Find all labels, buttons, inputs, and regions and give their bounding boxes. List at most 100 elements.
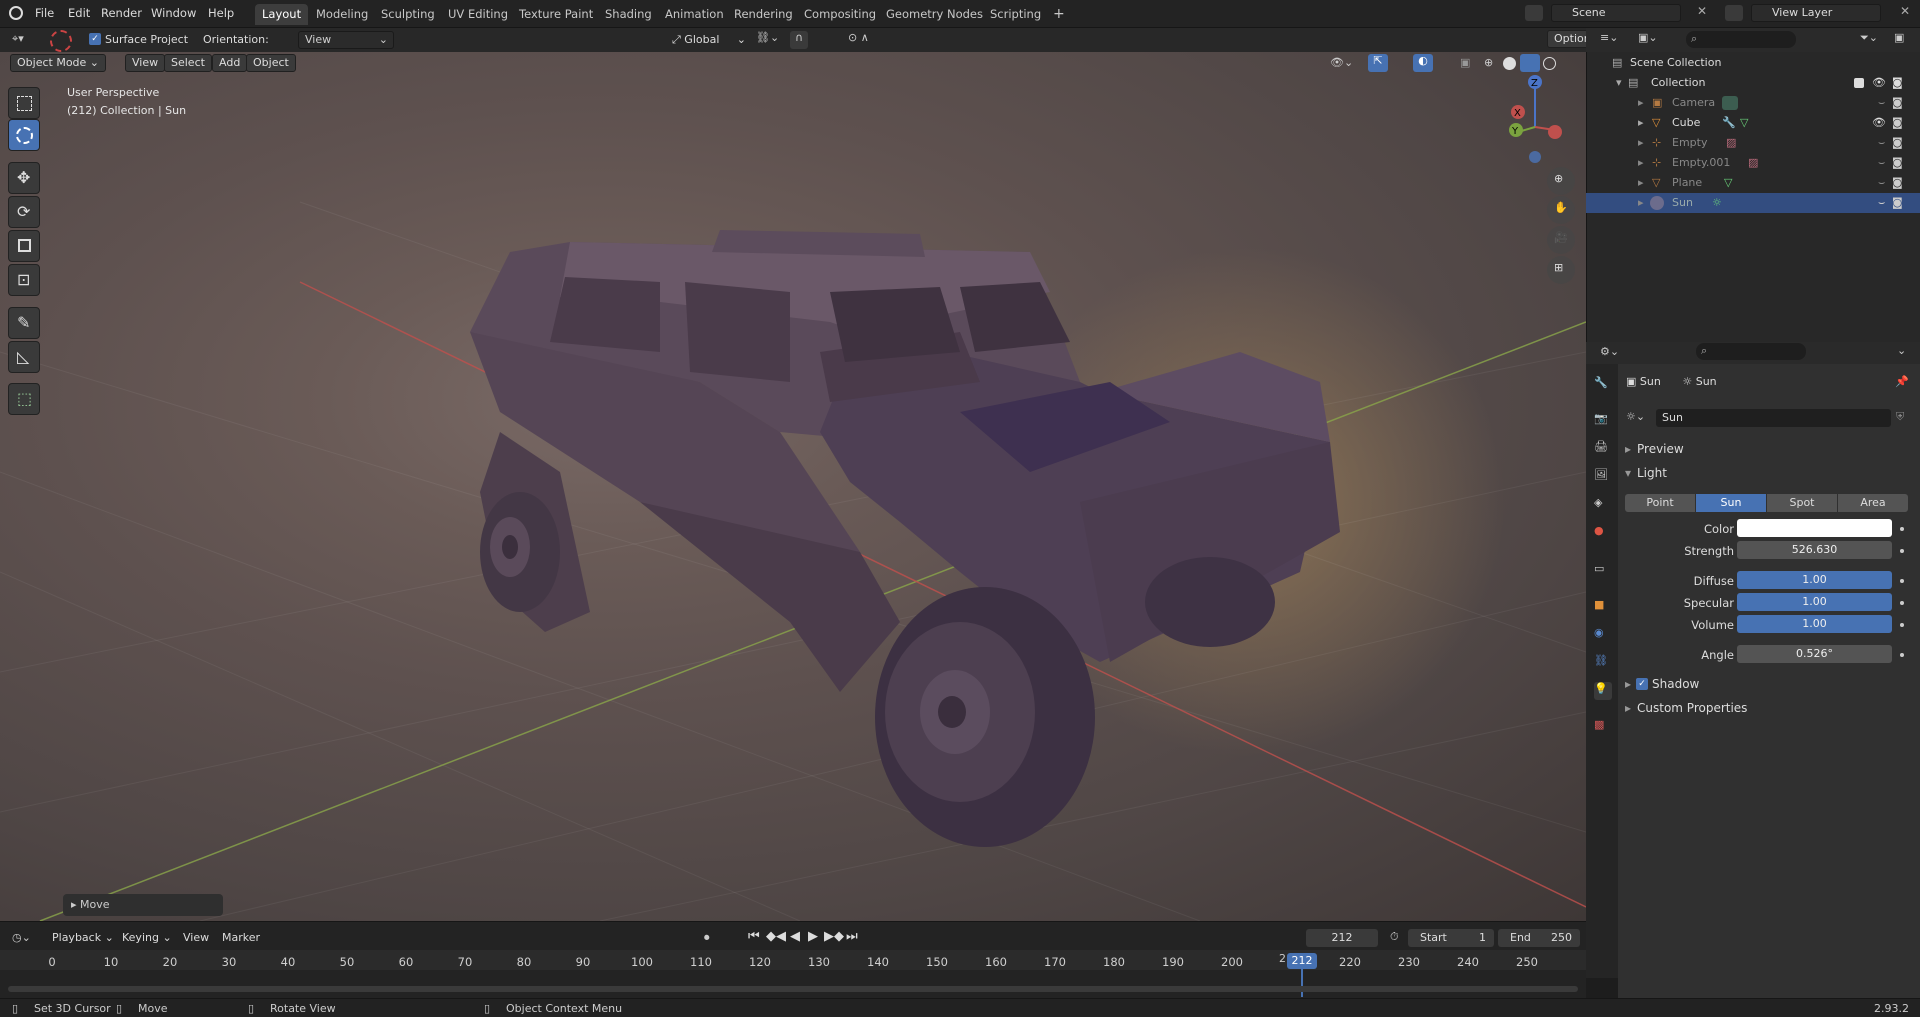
camera-view-icon[interactable]: 🎥 (1547, 226, 1575, 254)
physics-tab-icon[interactable]: ◉ (1594, 626, 1612, 644)
proportional-edit-icon[interactable]: ⊙ ∧ (848, 31, 869, 44)
chevron-down-icon[interactable]: ⌄ (1897, 344, 1906, 357)
diffuse-slider[interactable]: 1.00 (1737, 571, 1892, 589)
keyframe-dot[interactable] (1900, 601, 1904, 605)
add-workspace-icon[interactable]: + (1046, 4, 1072, 25)
timeline-view-menu[interactable]: View (183, 931, 209, 944)
constraints-tab-icon[interactable]: ⛓ (1594, 654, 1612, 672)
visibility-icon[interactable]: 👁⌄ (1330, 56, 1353, 69)
light-type-sun[interactable]: Sun (1696, 494, 1766, 512)
menu-help[interactable]: Help (208, 6, 234, 20)
view-layer-field[interactable]: View Layer (1751, 4, 1881, 22)
play-icon[interactable]: ▶ (808, 929, 818, 944)
tab-geometry-nodes[interactable]: Geometry Nodes (879, 4, 990, 25)
view-layer-tab-icon[interactable]: 🖼 (1594, 468, 1612, 486)
new-collection-icon[interactable]: ▣ (1894, 31, 1904, 44)
keyframe-dot[interactable] (1900, 549, 1904, 553)
tab-uv-editing[interactable]: UV Editing (441, 4, 515, 25)
close-icon[interactable]: ✕ (1697, 4, 1707, 18)
pin-icon[interactable]: 📌 (1895, 375, 1909, 388)
render-camera-icon[interactable]: ◙ (1892, 73, 1903, 93)
outliner-item-empty-001[interactable]: ▸ ⊹ Empty.001 ▨ ⌣ ◙ (1586, 153, 1920, 173)
angle-field[interactable]: 0.526° (1737, 645, 1892, 663)
properties-search-input[interactable]: ⌕ (1696, 343, 1806, 360)
outliner-item-plane[interactable]: ▸ ▽ Plane ▽ ⌣ ◙ (1586, 173, 1920, 193)
outliner-scene-collection[interactable]: ▤ Scene Collection (1586, 53, 1920, 73)
navigation-gizmo[interactable]: Z X Y (1500, 72, 1580, 182)
jump-start-icon[interactable]: ⏮ (748, 929, 760, 944)
tab-animation[interactable]: Animation (658, 4, 731, 25)
last-operation-panel[interactable]: ▸ Move (63, 894, 223, 916)
move-tool[interactable]: ✥ (8, 162, 40, 194)
keyframe-dot[interactable] (1900, 653, 1904, 657)
keyframe-dot[interactable] (1900, 527, 1904, 531)
scene-icon[interactable] (1525, 5, 1543, 21)
next-keyframe-icon[interactable]: ▶◆ (824, 929, 844, 944)
surface-project-checkbox[interactable]: ✓ (89, 33, 101, 45)
collection-tab-icon[interactable]: ▭ (1594, 562, 1612, 580)
rotate-tool[interactable]: ⟳ (8, 196, 40, 228)
tab-modeling[interactable]: Modeling (309, 4, 375, 25)
transform-orientation-select[interactable]: ⤢ Global ⌄ (672, 31, 748, 49)
timeline-editor-icon[interactable]: ◷⌄ (12, 931, 31, 944)
measure-tool[interactable]: ◺ (8, 341, 40, 373)
gizmo-toggle-icon[interactable]: ⇱ (1368, 54, 1388, 72)
current-frame-field[interactable]: 212 (1306, 929, 1378, 947)
marker-menu[interactable]: Marker (222, 931, 260, 944)
tab-compositing[interactable]: Compositing (797, 4, 883, 25)
timeline-scrollbar[interactable] (8, 986, 1578, 992)
orientation-select[interactable]: View ⌄ (298, 31, 394, 49)
close-icon[interactable]: ✕ (1900, 4, 1910, 18)
keying-menu[interactable]: Keying ⌄ (122, 931, 172, 944)
light-panel-header[interactable]: ▾ Light (1625, 466, 1667, 480)
object-tab-icon[interactable]: ■ (1594, 598, 1612, 616)
properties-editor-icon[interactable]: ⚙⌄ (1600, 345, 1619, 358)
menu-file[interactable]: File (35, 6, 54, 20)
solid-shading-icon[interactable] (1503, 57, 1516, 70)
light-data-tab-icon[interactable]: 💡 (1594, 682, 1612, 700)
pivot-icon[interactable]: ⛓⌄ (756, 31, 779, 44)
collection-checkbox[interactable] (1854, 78, 1864, 88)
filter-icon[interactable]: ⏷⌄ (1860, 31, 1878, 45)
outliner-item-empty[interactable]: ▸ ⊹ Empty ▨ ⌣ ◙ (1586, 133, 1920, 153)
object-mode-select[interactable]: Object Mode ⌄ (10, 54, 107, 72)
jump-end-icon[interactable]: ⏭ (846, 929, 858, 944)
outliner-editor-icon[interactable]: ≡⌄ (1600, 31, 1618, 44)
world-tab-icon[interactable]: ● (1594, 524, 1612, 542)
overlays-icon[interactable]: ◐ (1413, 54, 1433, 72)
wireframe-shading-icon[interactable]: ⊕ (1484, 56, 1493, 69)
editor-type-icon[interactable]: ⌖▾ (12, 32, 24, 46)
stopwatch-icon[interactable]: ⏱ (1390, 930, 1399, 944)
outliner-collection[interactable]: ▾ ▤ Collection 👁 ◙ (1586, 73, 1920, 93)
select-menu[interactable]: Select (164, 54, 212, 72)
tab-sculpting[interactable]: Sculpting (374, 4, 442, 25)
tab-scripting[interactable]: Scripting (983, 4, 1048, 25)
light-type-area[interactable]: Area (1838, 494, 1908, 512)
tab-rendering[interactable]: Rendering (727, 4, 800, 25)
eye-icon[interactable]: 👁 (1872, 73, 1886, 93)
prev-keyframe-icon[interactable]: ◆◀ (766, 929, 786, 944)
preview-panel-header[interactable]: ▸ Preview (1625, 442, 1684, 456)
select-box-tool[interactable] (8, 87, 40, 119)
fake-user-icon[interactable]: ⛨ (1896, 410, 1904, 424)
keyframe-dot[interactable] (1900, 623, 1904, 627)
playback-menu[interactable]: Playback ⌄ (52, 931, 114, 944)
object-menu[interactable]: Object (246, 54, 296, 72)
playhead-label[interactable]: 212 (1287, 953, 1317, 969)
shadow-panel-header[interactable]: ▸ ✓ Shadow (1625, 677, 1699, 691)
scene-field[interactable]: Scene (1551, 4, 1681, 22)
add-cube-tool[interactable]: ⬚ (8, 383, 40, 415)
add-menu[interactable]: Add (212, 54, 248, 72)
menu-edit[interactable]: Edit (68, 6, 90, 20)
tool-tab-icon[interactable]: 🔧 (1594, 376, 1612, 394)
menu-window[interactable]: Window (151, 6, 196, 20)
outliner-search-input[interactable]: ⌕ (1686, 31, 1796, 48)
outliner-item-cube[interactable]: ▸ ▽ Cube 🔧 ▽ 👁 ◙ (1586, 113, 1920, 133)
cursor-tool[interactable] (8, 119, 40, 151)
zoom-icon[interactable]: ⊕ (1547, 167, 1575, 195)
material-shading-icon[interactable] (1520, 54, 1540, 72)
3d-viewport[interactable]: User Perspective (212) Collection | Sun … (0, 52, 1586, 921)
keyframe-dot[interactable] (1900, 579, 1904, 583)
color-swatch[interactable] (1737, 519, 1892, 537)
rendered-shading-icon[interactable] (1543, 57, 1556, 70)
